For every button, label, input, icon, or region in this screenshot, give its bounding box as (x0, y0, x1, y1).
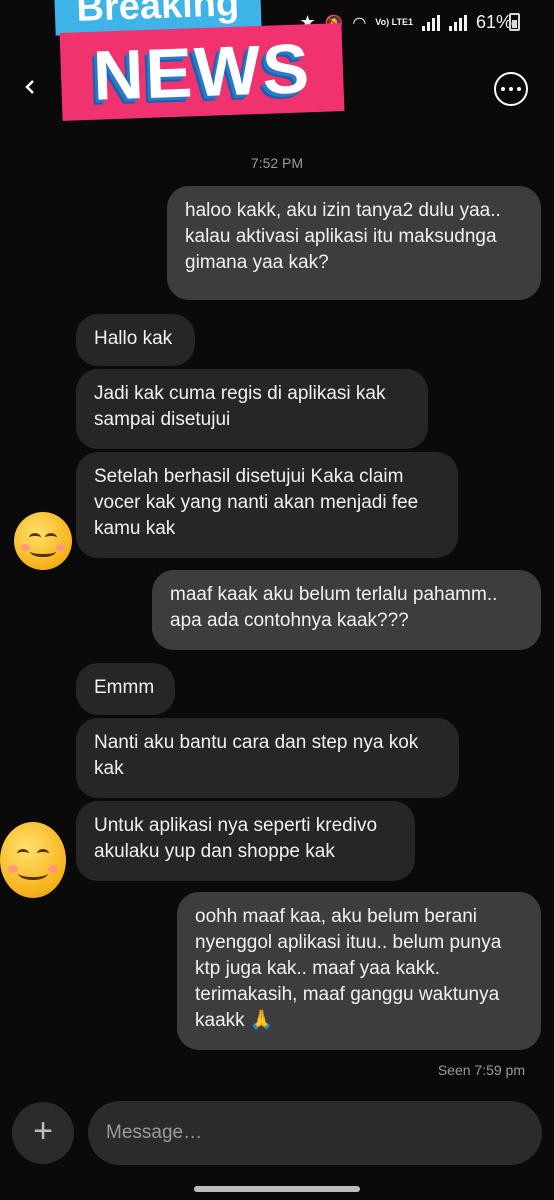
message-text: oohh maaf kaa, aku belum berani nyenggol… (195, 906, 502, 1031)
smiling-face-icon[interactable] (14, 512, 72, 570)
thread-timestamp: 7:52 PM (250, 155, 304, 171)
message-text: Nanti aku bantu cara dan step nya kok ka… (94, 732, 419, 779)
breaking-news-sticker: Breaking NEWS (54, 0, 345, 124)
message-text: Jadi kak cuma regis di aplikasi kak samp… (94, 383, 386, 430)
sticker-main-word: NEWS (59, 23, 345, 121)
message-text: Emmm (94, 677, 155, 698)
message-bubble-received[interactable]: Untuk aplikasi nya seperti kredivo akula… (76, 801, 415, 881)
signal-icon (421, 14, 440, 31)
message-bubble-received[interactable]: Jadi kak cuma regis di aplikasi kak samp… (76, 369, 428, 449)
battery-percent: 61% (475, 12, 512, 32)
network-label: Vo) LTE1 (375, 17, 413, 27)
message-bubble-sent[interactable]: haloo kakk, aku izin tanya2 dulu yaa.. k… (167, 186, 541, 300)
message-bubble-received[interactable]: Emmm (76, 663, 175, 715)
message-text: Hallo kak (94, 328, 173, 349)
message-text: Setelah berhasil disetujui Kaka claim vo… (94, 466, 419, 539)
wifi-icon: ◠ (352, 14, 367, 32)
signal-icon-2 (448, 14, 467, 31)
plus-icon: + (33, 1112, 53, 1150)
smiling-face-icon[interactable] (0, 822, 66, 898)
more-options-button[interactable] (494, 72, 528, 106)
message-bubble-sent[interactable]: oohh maaf kaa, aku belum berani nyenggol… (177, 892, 541, 1050)
message-input[interactable] (88, 1101, 542, 1165)
message-bubble-received[interactable]: Setelah berhasil disetujui Kaka claim vo… (76, 452, 458, 558)
more-options-icon (501, 87, 505, 91)
home-indicator[interactable] (194, 1186, 360, 1192)
message-text: maaf kaak aku belum terlalu pahamm.. apa… (170, 584, 498, 631)
message-bubble-received[interactable]: Hallo kak (76, 314, 195, 366)
seen-receipt: Seen 7:59 pm (437, 1062, 525, 1078)
message-text: Untuk aplikasi nya seperti kredivo akula… (94, 815, 378, 862)
battery-icon (509, 13, 520, 31)
message-bubble-received[interactable]: Nanti aku bantu cara dan step nya kok ka… (76, 718, 459, 798)
back-arrow-icon[interactable] (24, 80, 38, 94)
message-composer: + (0, 1100, 554, 1166)
message-bubble-sent[interactable]: maaf kaak aku belum terlalu pahamm.. apa… (152, 570, 541, 650)
add-attachment-button[interactable]: + (12, 1102, 74, 1164)
message-text: haloo kakk, aku izin tanya2 dulu yaa.. k… (185, 200, 501, 273)
